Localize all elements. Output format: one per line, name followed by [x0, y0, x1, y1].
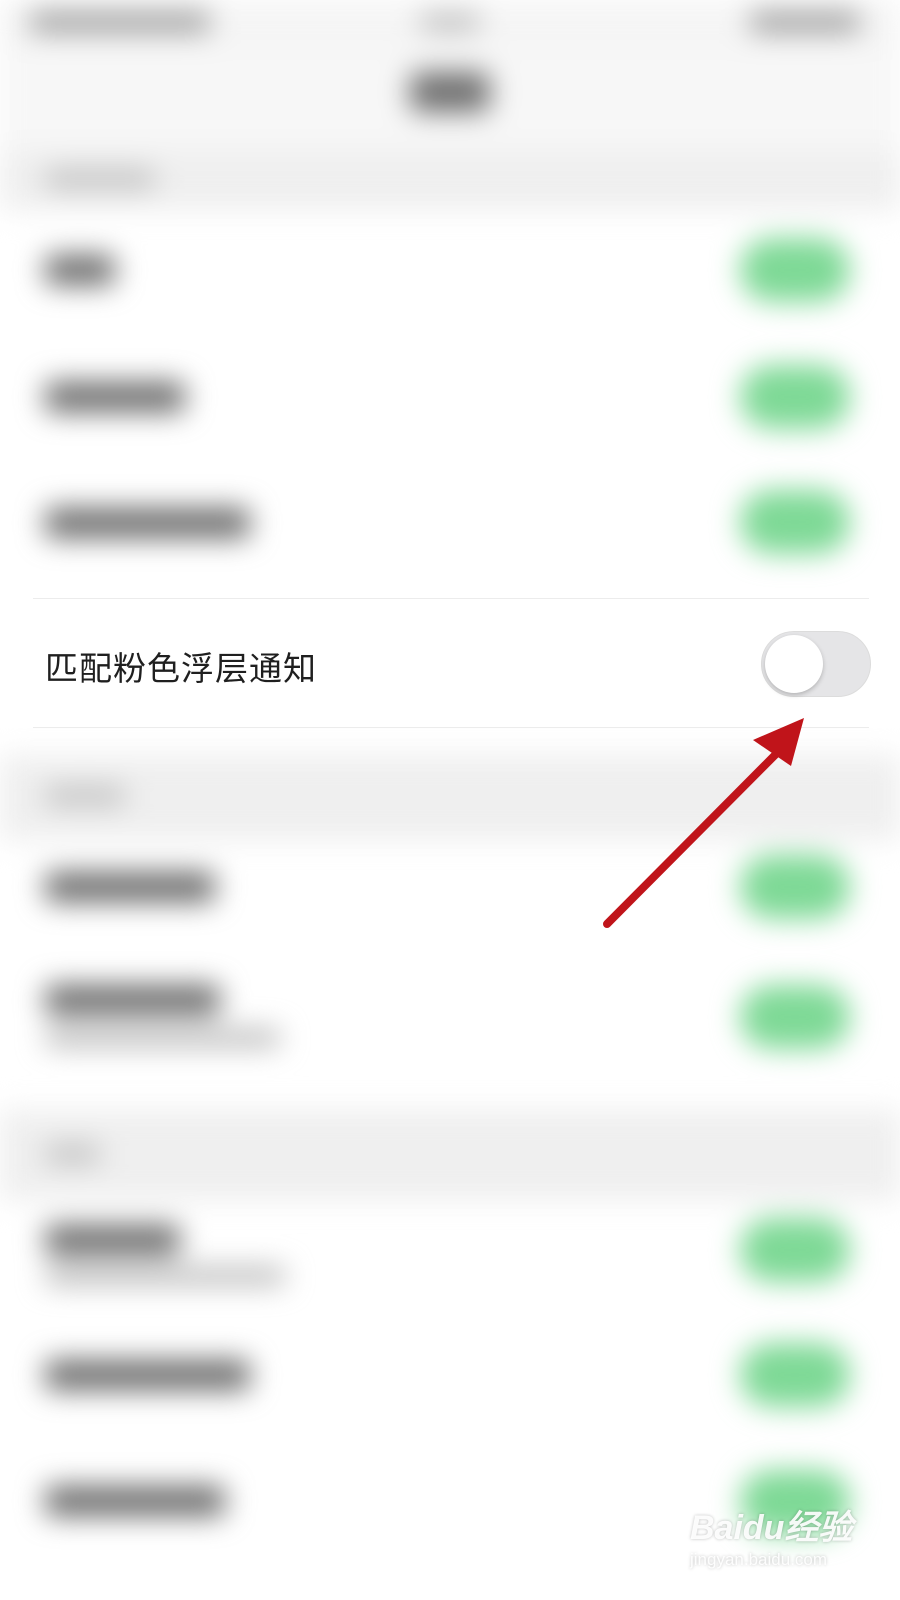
toggle-switch-on: [740, 1218, 850, 1282]
setting-row-7: [45, 1360, 250, 1390]
section-label: [45, 1145, 100, 1163]
baidu-paw-icon: Baidu经验: [690, 1509, 853, 1547]
toggle-knob: [765, 635, 823, 693]
toggle-switch[interactable]: [761, 631, 871, 697]
watermark-url: jingyan.baidu.com: [690, 1550, 828, 1569]
toggle-switch-on: [740, 1343, 850, 1407]
watermark: Baidu经验 jingyan.baidu.com: [690, 1500, 890, 1590]
setting-row-5: [45, 985, 220, 1015]
section-label: [45, 787, 125, 805]
blurred-background: [0, 0, 900, 1600]
section-header-1: [0, 150, 900, 210]
toggle-switch-on: [740, 855, 850, 919]
nav-title: [410, 72, 490, 112]
settings-screen: 匹配粉色浮层通知 Baidu经验 jingyan.baidu.com: [0, 0, 900, 1600]
setting-row-3: [45, 508, 250, 538]
toggle-switch-on: [740, 238, 850, 302]
section-label: [45, 170, 155, 188]
section-header-2: [0, 755, 900, 840]
setting-row-6: [45, 1225, 180, 1255]
divider-bottom: [33, 727, 869, 728]
setting-row-4: [45, 872, 215, 902]
setting-row-1: [45, 255, 115, 285]
setting-label: 匹配粉色浮层通知: [45, 649, 317, 688]
status-bar: [0, 0, 900, 50]
toggle-switch-on: [740, 490, 850, 554]
setting-row-2: [45, 382, 185, 412]
toggle-switch-on: [740, 365, 850, 429]
setting-row-5-desc: [45, 1030, 280, 1046]
setting-row-6-desc: [45, 1268, 285, 1284]
setting-row-8: [45, 1486, 225, 1516]
setting-row-pink-overlay-notification[interactable]: 匹配粉色浮层通知: [0, 598, 900, 728]
section-header-3: [0, 1110, 900, 1200]
status-bar-center: [420, 14, 480, 30]
status-bar-right: [750, 12, 860, 32]
toggle-switch-on: [740, 985, 850, 1049]
nav-bar: [0, 50, 900, 150]
status-bar-left: [30, 12, 210, 32]
divider-top: [33, 598, 869, 599]
